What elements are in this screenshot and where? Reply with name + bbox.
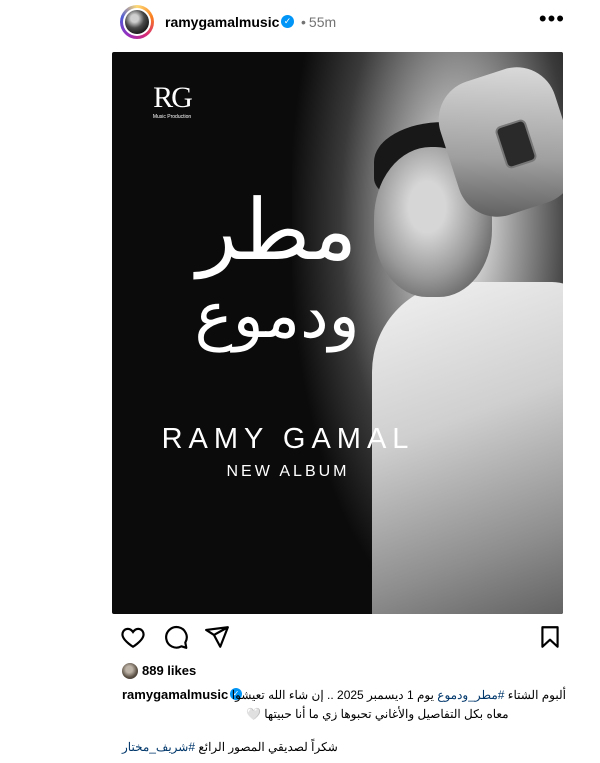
instagram-post: ramygamalmusic ✓ • 55m ••• RG Music Produ… xyxy=(0,0,600,763)
caption-text: ألبوم الشتاء xyxy=(504,688,566,702)
post-header: ramygamalmusic ✓ • 55m ••• xyxy=(120,5,565,41)
action-bar xyxy=(120,624,565,654)
comment-icon[interactable] xyxy=(163,624,191,652)
album-title-line2: ودموع xyxy=(194,279,360,353)
share-icon[interactable] xyxy=(204,624,232,652)
album-title-calligraphy: مطر ودموع xyxy=(152,180,402,400)
caption-text: شكراً لصديقي المصور الرائع xyxy=(195,740,338,754)
album-label: NEW ALBUM xyxy=(226,463,350,480)
more-icon[interactable]: ••• xyxy=(539,8,565,30)
caption-text: يوم 1 ديسمبر 2025 .. إن شاء الله تعيشوا xyxy=(231,688,438,702)
caption-line-3: شكراً لصديقي المصور الرائع #شريف_مختار xyxy=(122,740,472,754)
rg-logo: RG Music Production xyxy=(150,82,194,121)
profile-avatar[interactable] xyxy=(120,5,154,39)
post-image[interactable]: RG Music Production مطر ودموع RAMY GAMAL… xyxy=(112,52,563,614)
rg-logo-letters: RG xyxy=(153,81,193,114)
rg-logo-subtitle: Music Production xyxy=(152,114,192,120)
bookmark-icon[interactable] xyxy=(537,624,565,652)
artist-name: RAMY GAMAL xyxy=(161,423,415,455)
avatar-ring-gap xyxy=(123,8,151,36)
likes-count[interactable]: 889 likes xyxy=(142,663,196,678)
liker-avatar xyxy=(122,663,138,679)
heart-icon[interactable] xyxy=(120,624,148,652)
hashtag-link[interactable]: #شريف_مختار xyxy=(122,740,195,754)
caption-username[interactable]: ramygamalmusic xyxy=(122,687,228,702)
post-username[interactable]: ramygamalmusic xyxy=(165,14,279,30)
post-time[interactable]: • 55m xyxy=(301,14,336,30)
avatar-photo xyxy=(125,10,149,34)
separator-dot: • xyxy=(301,14,306,30)
hashtag-link[interactable]: #مطر_ودموع xyxy=(437,688,504,702)
verified-badge-icon: ✓ xyxy=(281,15,294,28)
caption-line-1: ألبوم الشتاء #مطر_ودموع يوم 1 ديسمبر 202… xyxy=(232,688,566,702)
post-time-value[interactable]: 55m xyxy=(309,14,336,30)
album-title-line1: مطر xyxy=(196,181,358,279)
caption-line-2: معاه بكل التفاصيل والأغاني تحبوها زي ما … xyxy=(246,707,509,721)
